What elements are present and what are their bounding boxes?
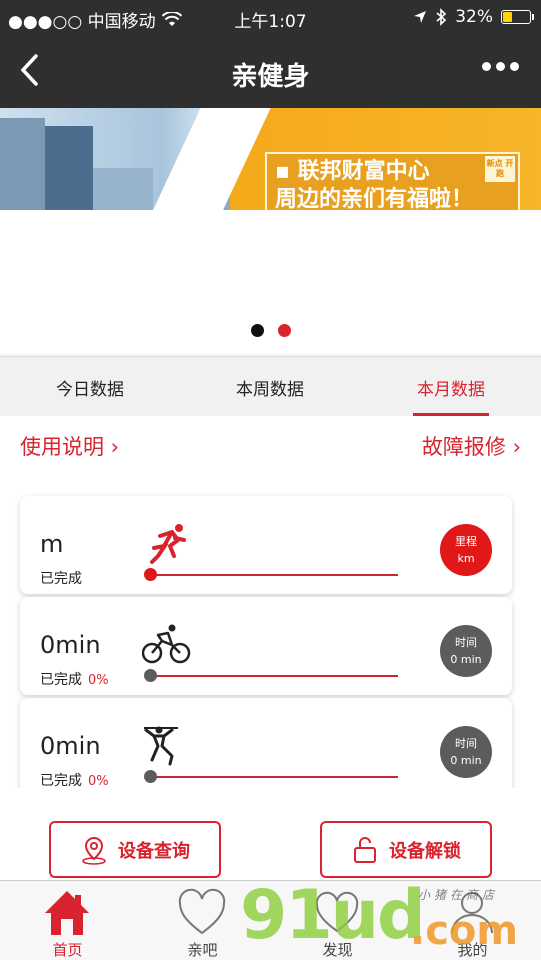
stat-value: m — [40, 530, 64, 558]
help-links: 使用说明 › 故障报修 › — [0, 416, 541, 486]
location-arrow-icon — [414, 11, 427, 23]
discover-icon — [315, 891, 359, 933]
banner-carousel[interactable]: ▪ 联邦财富中心 周边的亲们有福啦！ 新点 开跑 — [0, 108, 541, 354]
carousel-dot[interactable] — [250, 324, 264, 337]
promo-line-2: 周边的亲们有福啦！ — [275, 187, 474, 210]
stat-done: 已完成 0% — [40, 669, 109, 689]
status-bar: ●●●○○ 中国移动 上午1:07 32% — [0, 0, 541, 36]
promo-box: ▪ 联邦财富中心 周边的亲们有福啦！ 新点 开跑 — [265, 152, 520, 210]
instructions-link[interactable]: 使用说明 › — [20, 431, 119, 461]
stat-value: 0min — [40, 732, 101, 760]
device-query-label: 设备查询 — [118, 840, 190, 862]
distance-badge: 里程 km — [440, 524, 492, 576]
bottom-tab-bar: 首页 亲吧 发现 我的 — [0, 880, 541, 960]
action-bar: 设备查询 设备解锁 — [0, 788, 541, 880]
cycling-icon — [142, 624, 191, 664]
tabbar-label: 我的 — [457, 941, 488, 959]
period-tabs: 今日数据 本周数据 本月数据 — [0, 356, 541, 416]
promo-tag: 新点 开跑 — [485, 156, 515, 182]
tabbar-discover[interactable]: 发现 — [270, 881, 405, 960]
stat-card-distance[interactable]: m 已完成 里程 km — [20, 496, 512, 594]
weightlifting-icon — [144, 726, 178, 766]
promo-line-1: ▪ 联邦财富中心 — [275, 159, 430, 184]
progress-knob[interactable] — [144, 770, 157, 783]
profile-icon — [451, 892, 493, 934]
done-percent: 0% — [88, 673, 109, 688]
stat-done: 已完成 — [40, 568, 88, 588]
tabbar-home[interactable]: 首页 — [0, 881, 135, 960]
tabbar-community[interactable]: 亲吧 — [135, 881, 270, 960]
tabbar-label: 发现 — [322, 941, 353, 959]
device-query-button[interactable]: 设备查询 — [49, 821, 221, 878]
nav-bar: 亲健身 — [0, 36, 541, 108]
tab-month[interactable]: 本月数据 — [413, 357, 489, 417]
page-title: 亲健身 — [231, 62, 310, 92]
tabbar-label: 亲吧 — [187, 941, 218, 959]
more-dot-icon — [482, 62, 491, 71]
badge-title: 时间 — [455, 636, 477, 649]
progress-knob[interactable] — [144, 568, 157, 581]
progress-track — [151, 675, 398, 677]
heart-icon — [178, 888, 226, 935]
device-unlock-label: 设备解锁 — [389, 840, 461, 862]
done-label: 已完成 — [40, 672, 82, 688]
carousel-dot-active[interactable] — [277, 324, 291, 337]
battery-percent: 32% — [455, 7, 493, 27]
stat-value: 0min — [40, 631, 101, 659]
stat-card-cycling[interactable]: 0min 已完成 0% 时间 0 min — [20, 597, 512, 695]
badge-title: 时间 — [455, 737, 477, 750]
more-dot-icon — [510, 62, 519, 71]
device-unlock-button[interactable]: 设备解锁 — [320, 821, 492, 878]
status-right: 32% — [413, 7, 534, 27]
home-icon — [45, 891, 89, 935]
battery-icon — [501, 10, 534, 24]
badge-unit: km — [457, 552, 475, 565]
tab-today[interactable]: 今日数据 — [30, 357, 150, 417]
stat-card-strength[interactable]: 0min 已完成 0% 时间 0 min — [20, 698, 512, 788]
running-icon — [150, 524, 186, 564]
tabbar-label: 首页 — [52, 941, 83, 959]
bluetooth-icon — [436, 8, 447, 26]
tab-week[interactable]: 本周数据 — [210, 357, 330, 417]
banner-image[interactable]: ▪ 联邦财富中心 周边的亲们有福啦！ 新点 开跑 — [0, 108, 541, 210]
progress-knob[interactable] — [144, 669, 157, 682]
done-percent: 0% — [88, 774, 109, 788]
stat-done: 已完成 0% — [40, 770, 109, 788]
badge-unit: 0 min — [450, 653, 482, 666]
time-badge: 时间 0 min — [440, 726, 492, 778]
unlock-icon — [354, 836, 376, 863]
done-label: 已完成 — [40, 773, 82, 788]
done-label: 已完成 — [40, 571, 82, 587]
more-menu-button[interactable] — [482, 62, 519, 71]
badge-title: 里程 — [455, 535, 477, 548]
progress-track — [151, 776, 398, 778]
more-dot-icon — [496, 62, 505, 71]
carousel-dots — [0, 324, 541, 337]
badge-unit: 0 min — [450, 754, 482, 767]
location-pin-icon — [82, 836, 106, 865]
tabbar-profile[interactable]: 我的 — [405, 881, 540, 960]
stats-list: m 已完成 里程 km 0min 已完成 0% 时间 0 min 0min 已完成… — [0, 486, 541, 788]
progress-track — [151, 574, 398, 576]
clock: 上午1:07 — [234, 12, 307, 32]
time-badge: 时间 0 min — [440, 625, 492, 677]
repair-link[interactable]: 故障报修 › — [422, 431, 521, 461]
